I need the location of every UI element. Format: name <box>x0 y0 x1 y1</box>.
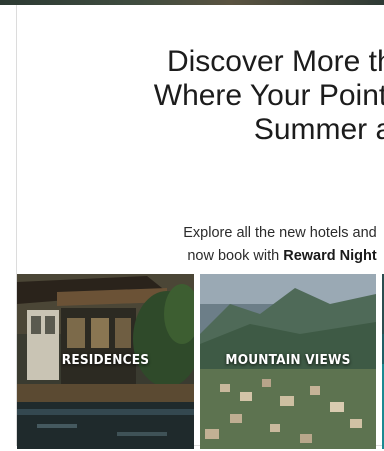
promo-card: Discover More than Where Your Points Sum… <box>16 5 384 449</box>
headline-line-1: Discover More than <box>166 45 384 78</box>
subcopy-line-2-prefix: now book with <box>187 248 284 264</box>
category-tile-mountain-views[interactable]: MOUNTAIN VIEWS <box>200 274 376 449</box>
subcopy-line-1: Explore all the new hotels and <box>183 225 377 241</box>
promo-headline: Discover More than Where Your Points Sum… <box>17 45 384 147</box>
category-tile-residences[interactable]: RESIDENCES <box>17 274 194 449</box>
tile-label-residences: RESIDENCES <box>61 352 150 368</box>
subcopy-line-2: now book with Reward Night <box>0 245 384 268</box>
reward-nights-text: Reward Night <box>283 248 377 264</box>
promo-subcopy: Explore all the new hotels and now book … <box>17 222 384 268</box>
headline-line-3: Summer ar <box>253 113 384 146</box>
tile-label-mountain-views: MOUNTAIN VIEWS <box>225 352 351 368</box>
headline-line-2: Where Your Points <box>153 79 384 112</box>
page: Discover More than Where Your Points Sum… <box>0 0 384 451</box>
